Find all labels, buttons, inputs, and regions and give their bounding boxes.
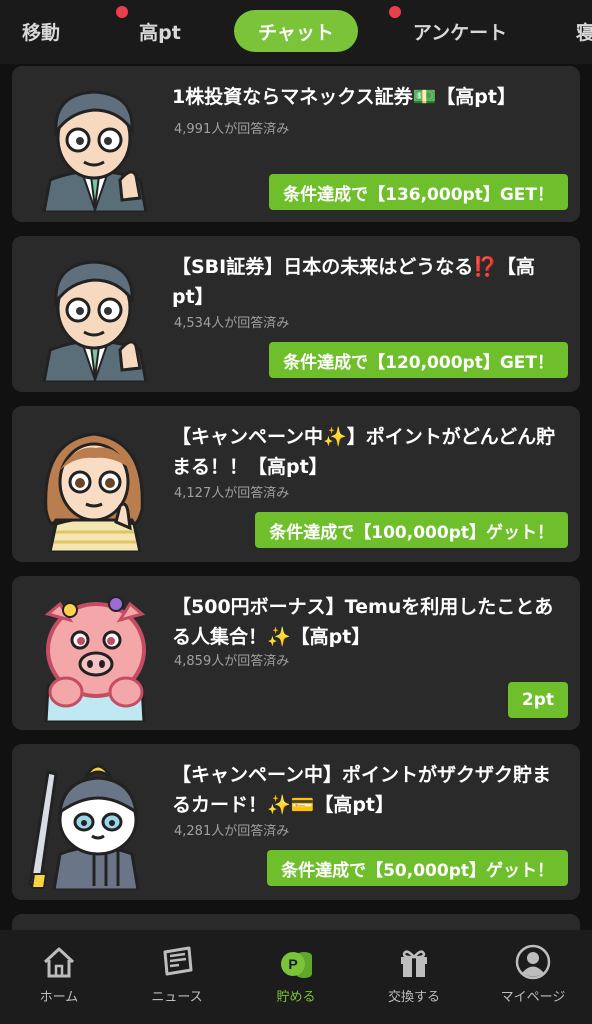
card-title: 【500円ボーナス】Temuを利用したことある人集合！✨【高pt】 bbox=[172, 596, 554, 648]
response-count: 4,991人が回答済み bbox=[174, 122, 290, 137]
tab-high-pt[interactable]: 高pt bbox=[118, 10, 202, 52]
samurai-cat-avatar bbox=[28, 764, 140, 890]
reward-button[interactable]: 条件達成で【120,000pt】GET！ bbox=[269, 342, 568, 378]
nav-mypage[interactable]: マイページ bbox=[474, 940, 592, 1010]
nav-label: ホーム bbox=[39, 990, 79, 1005]
nav-label: 貯める bbox=[276, 990, 316, 1005]
nav-label: ニュース bbox=[151, 990, 203, 1005]
pig-avatar bbox=[44, 596, 146, 722]
newspaper-icon bbox=[163, 946, 193, 976]
bottom-navigation: ホーム ニュース P 貯める 交換する マイページ bbox=[0, 930, 592, 1024]
businessman-avatar bbox=[42, 260, 148, 382]
survey-card[interactable]: 【キャンペーン中】ポイントがザクザク貯まるカード！✨💳【高pt】 4,281人が… bbox=[12, 744, 580, 900]
gift-icon bbox=[401, 950, 427, 977]
card-title: 【キャンペーン中✨】ポイントがどんどん貯まる！！【高pt】 bbox=[172, 426, 556, 478]
svg-text:P: P bbox=[288, 956, 297, 972]
tab-chat[interactable]: チャット bbox=[234, 10, 358, 52]
reward-button[interactable]: 2pt bbox=[507, 682, 568, 718]
tab-survey[interactable]: アンケート bbox=[398, 10, 522, 52]
businessman-avatar bbox=[42, 90, 148, 212]
reward-button[interactable]: 条件達成で【100,000pt】ゲット！ bbox=[255, 512, 568, 548]
survey-card[interactable]: 【500円ボーナス】Temuを利用したことある人集合！✨【高pt】 4,859人… bbox=[12, 576, 580, 730]
card-title: 1株投資ならマネックス証券💵【高pt】 bbox=[172, 86, 516, 108]
nav-news[interactable]: ニュース bbox=[118, 940, 236, 1010]
response-count: 4,859人が回答済み bbox=[174, 654, 290, 669]
top-tab-bar: 移動 高pt チャット アンケート 寝 bbox=[0, 0, 592, 64]
nav-label: 交換する bbox=[387, 990, 440, 1005]
user-icon bbox=[515, 944, 551, 980]
nav-home[interactable]: ホーム bbox=[0, 940, 118, 1010]
survey-card[interactable]: 【SBI証券】日本の未来はどうなる⁉️【高pt】 4,534人が回答済み 条件達… bbox=[12, 236, 580, 392]
survey-card[interactable]: 1株投資ならマネックス証券💵【高pt】 4,991人が回答済み 条件達成で【13… bbox=[12, 66, 580, 222]
reward-button[interactable]: 条件達成で【50,000pt】ゲット！ bbox=[267, 850, 568, 886]
survey-card[interactable]: 【キャンペーン中✨】ポイントがどんどん貯まる！！【高pt】 4,127人が回答済… bbox=[12, 406, 580, 562]
nav-label: マイページ bbox=[500, 990, 566, 1005]
response-count: 4,534人が回答済み bbox=[174, 316, 290, 331]
response-count: 4,281人が回答済み bbox=[174, 824, 290, 839]
card-title: 【SBI証券】日本の未来はどうなる⁉️【高pt】 bbox=[172, 256, 535, 308]
nav-exchange[interactable]: 交換する bbox=[355, 940, 473, 1010]
tab-move[interactable]: 移動 bbox=[0, 10, 82, 52]
response-count: 4,127人が回答済み bbox=[174, 486, 290, 501]
coins-icon: P bbox=[281, 952, 312, 978]
nav-earn[interactable]: P 貯める bbox=[237, 940, 355, 1010]
card-title: 【キャンペーン中】ポイントがザクザク貯まるカード！✨💳【高pt】 bbox=[172, 764, 552, 816]
tab-partial[interactable]: 寝 bbox=[576, 10, 592, 52]
home-icon bbox=[43, 947, 75, 978]
reward-button[interactable]: 条件達成で【136,000pt】GET！ bbox=[269, 174, 568, 210]
girl-avatar bbox=[44, 432, 144, 552]
